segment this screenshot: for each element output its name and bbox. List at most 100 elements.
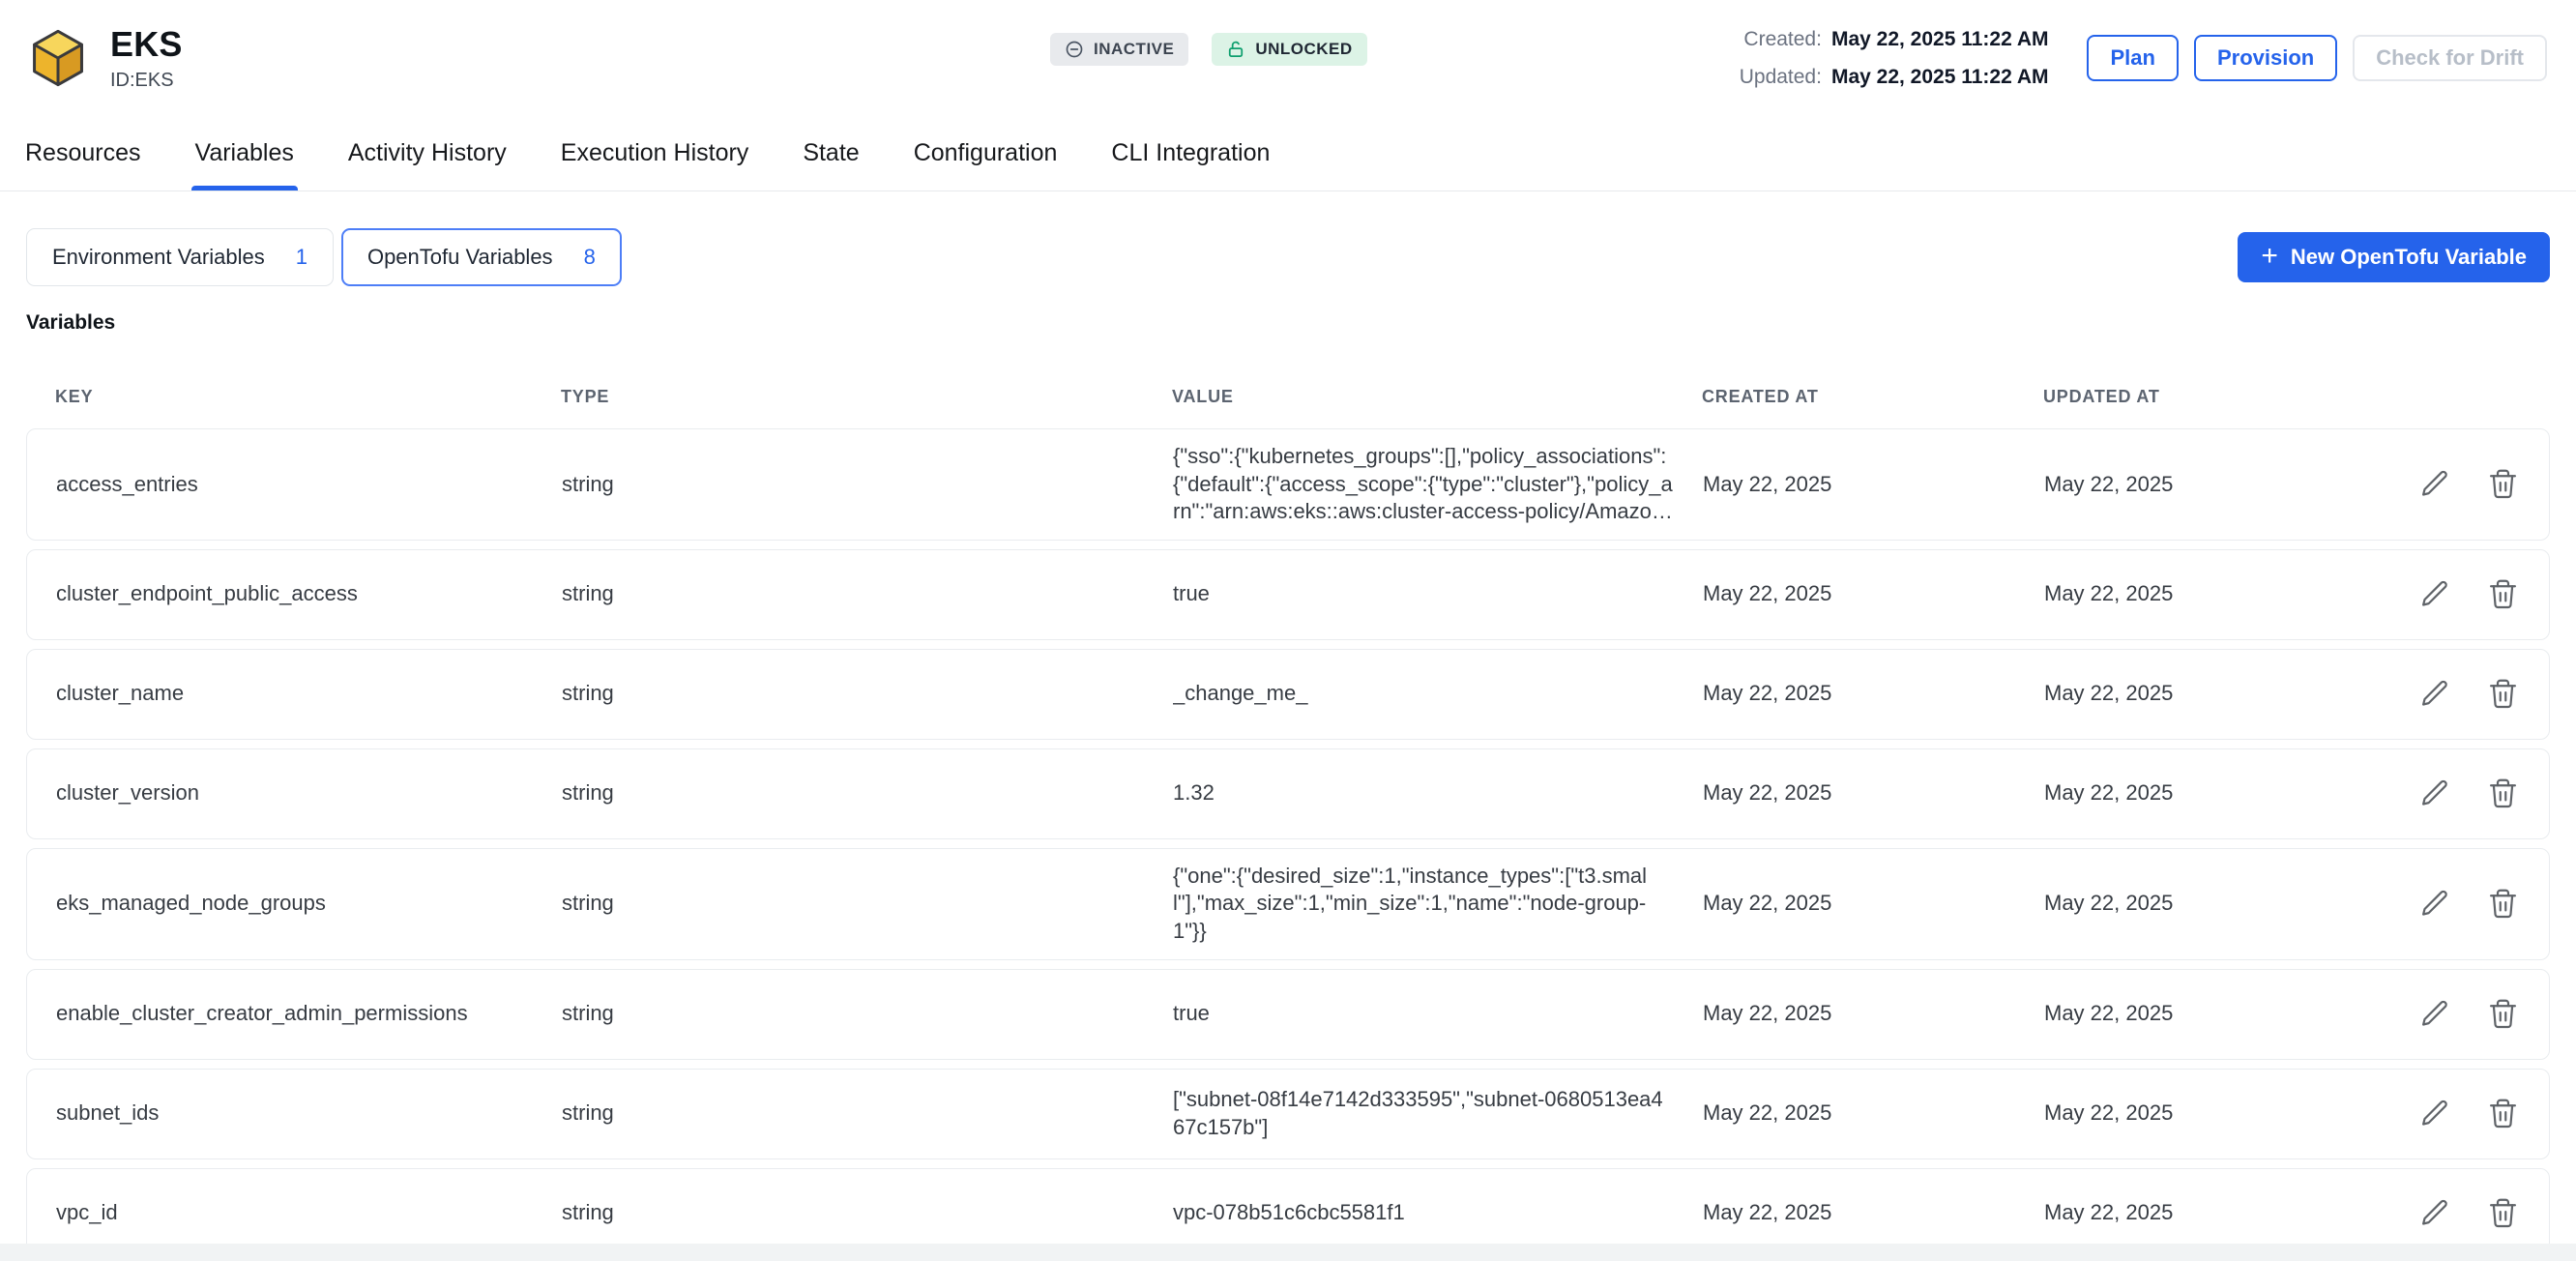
trash-icon xyxy=(2487,678,2519,710)
delete-variable-button[interactable] xyxy=(2482,574,2523,615)
variable-created-at: May 22, 2025 xyxy=(1703,680,2044,708)
variable-created-at: May 22, 2025 xyxy=(1703,779,2044,807)
variable-type: string xyxy=(562,1000,1173,1028)
updated-row: Updated: May 22, 2025 11:22 AM xyxy=(1740,63,2049,92)
edit-variable-button[interactable] xyxy=(2415,574,2455,615)
pencil-icon xyxy=(2419,1197,2451,1229)
variable-key: subnet_ids xyxy=(27,1100,562,1128)
tab-cli-integration[interactable]: CLI Integration xyxy=(1111,116,1270,191)
variable-type: string xyxy=(562,1199,1173,1227)
table-row: access_entries string {"sso":{"kubernete… xyxy=(26,428,2550,541)
variable-key: cluster_name xyxy=(27,680,562,708)
variable-created-at: May 22, 2025 xyxy=(1703,1199,2044,1227)
status-badge-inactive: INACTIVE xyxy=(1050,33,1188,66)
lock-badge-label: UNLOCKED xyxy=(1255,40,1352,59)
variable-updated-at: May 22, 2025 xyxy=(2044,1199,2386,1227)
variable-created-at: May 22, 2025 xyxy=(1703,1100,2044,1128)
variable-type: string xyxy=(562,580,1173,608)
updated-label: Updated: xyxy=(1740,63,1822,92)
header-right: Created: May 22, 2025 11:22 AM Updated: … xyxy=(1740,25,2547,92)
column-header-key: KEY xyxy=(26,387,561,407)
status-badges: INACTIVE UNLOCKED xyxy=(1050,33,1367,66)
variable-key: access_entries xyxy=(27,471,562,499)
trash-icon xyxy=(2487,468,2519,500)
row-actions xyxy=(2386,774,2551,814)
edit-variable-button[interactable] xyxy=(2415,1094,2455,1134)
variable-key: cluster_version xyxy=(27,779,562,807)
row-actions xyxy=(2386,464,2551,505)
variable-value: _change_me_ xyxy=(1173,680,1703,708)
tab-variables[interactable]: Variables xyxy=(195,116,294,191)
page-title: EKS xyxy=(110,24,183,65)
status-badge-label: INACTIVE xyxy=(1094,40,1174,59)
column-header-created-at: CREATED AT xyxy=(1702,387,2043,407)
environment-variables-count: 1 xyxy=(296,245,307,270)
variable-created-at: May 22, 2025 xyxy=(1703,1000,2044,1028)
variable-updated-at: May 22, 2025 xyxy=(2044,580,2386,608)
delete-variable-button[interactable] xyxy=(2482,674,2523,715)
table-row: subnet_ids string ["subnet-08f14e7142d33… xyxy=(26,1069,2550,1159)
variable-type: string xyxy=(562,890,1173,918)
tab-resources[interactable]: Resources xyxy=(25,116,141,191)
row-actions xyxy=(2386,884,2551,924)
tab-configuration[interactable]: Configuration xyxy=(914,116,1058,191)
environment-variables-tab[interactable]: Environment Variables 1 xyxy=(26,228,334,286)
table-row: enable_cluster_creator_admin_permissions… xyxy=(26,969,2550,1060)
minus-circle-icon xyxy=(1065,40,1084,59)
variable-created-at: May 22, 2025 xyxy=(1703,580,2044,608)
tab-execution-history[interactable]: Execution History xyxy=(561,116,749,191)
tab-state[interactable]: State xyxy=(803,116,859,191)
trash-icon xyxy=(2487,998,2519,1030)
tab-activity-history[interactable]: Activity History xyxy=(348,116,507,191)
variable-value: {"sso":{"kubernetes_groups":[],"policy_a… xyxy=(1173,443,1703,526)
delete-variable-button[interactable] xyxy=(2482,1094,2523,1134)
environment-page: EKS ID:EKS INACTIVE UNLOCKED xyxy=(0,0,2576,1259)
timestamps: Created: May 22, 2025 11:22 AM Updated: … xyxy=(1740,25,2049,92)
delete-variable-button[interactable] xyxy=(2482,1193,2523,1234)
table-header: KEY TYPE VALUE CREATED AT UPDATED AT xyxy=(26,387,2550,428)
variable-value: vpc-078b51c6cbc5581f1 xyxy=(1173,1199,1703,1227)
variable-type: string xyxy=(562,1100,1173,1128)
content: Environment Variables 1 OpenTofu Variabl… xyxy=(0,228,2576,1259)
pencil-icon xyxy=(2419,468,2451,500)
variable-key: enable_cluster_creator_admin_permissions xyxy=(27,1000,562,1028)
row-actions xyxy=(2386,674,2551,715)
delete-variable-button[interactable] xyxy=(2482,884,2523,924)
provision-button[interactable]: Provision xyxy=(2194,35,2337,81)
check-for-drift-button[interactable]: Check for Drift xyxy=(2353,35,2547,81)
header: EKS ID:EKS INACTIVE UNLOCKED xyxy=(0,0,2576,116)
pencil-icon xyxy=(2419,998,2451,1030)
variable-updated-at: May 22, 2025 xyxy=(2044,779,2386,807)
variable-type: string xyxy=(562,680,1173,708)
edit-variable-button[interactable] xyxy=(2415,774,2455,814)
created-value: May 22, 2025 11:22 AM xyxy=(1831,25,2049,54)
new-opentofu-variable-button[interactable]: + New OpenTofu Variable xyxy=(2238,232,2550,282)
table-row: eks_managed_node_groups string {"one":{"… xyxy=(26,848,2550,960)
bottom-scrollbar-track xyxy=(0,1244,2576,1261)
row-actions xyxy=(2386,574,2551,615)
trash-icon xyxy=(2487,777,2519,809)
pencil-icon xyxy=(2419,888,2451,920)
edit-variable-button[interactable] xyxy=(2415,884,2455,924)
opentofu-variables-tab[interactable]: OpenTofu Variables 8 xyxy=(341,228,622,286)
variable-type: string xyxy=(562,471,1173,499)
variable-updated-at: May 22, 2025 xyxy=(2044,890,2386,918)
table-row: cluster_version string 1.32 May 22, 2025… xyxy=(26,748,2550,839)
trash-icon xyxy=(2487,1098,2519,1129)
edit-variable-button[interactable] xyxy=(2415,994,2455,1035)
pencil-icon xyxy=(2419,1098,2451,1129)
delete-variable-button[interactable] xyxy=(2482,994,2523,1035)
yellow-cube-icon xyxy=(25,25,91,91)
plan-button[interactable]: Plan xyxy=(2087,35,2178,81)
edit-variable-button[interactable] xyxy=(2415,674,2455,715)
variable-type: string xyxy=(562,779,1173,807)
variable-created-at: May 22, 2025 xyxy=(1703,471,2044,499)
table-row: cluster_name string _change_me_ May 22, … xyxy=(26,649,2550,740)
variables-table: KEY TYPE VALUE CREATED AT UPDATED AT acc… xyxy=(26,387,2550,1259)
variables-toolbar: Environment Variables 1 OpenTofu Variabl… xyxy=(26,228,2550,286)
eks-logo-icon xyxy=(25,25,91,91)
delete-variable-button[interactable] xyxy=(2482,464,2523,505)
edit-variable-button[interactable] xyxy=(2415,1193,2455,1234)
edit-variable-button[interactable] xyxy=(2415,464,2455,505)
delete-variable-button[interactable] xyxy=(2482,774,2523,814)
